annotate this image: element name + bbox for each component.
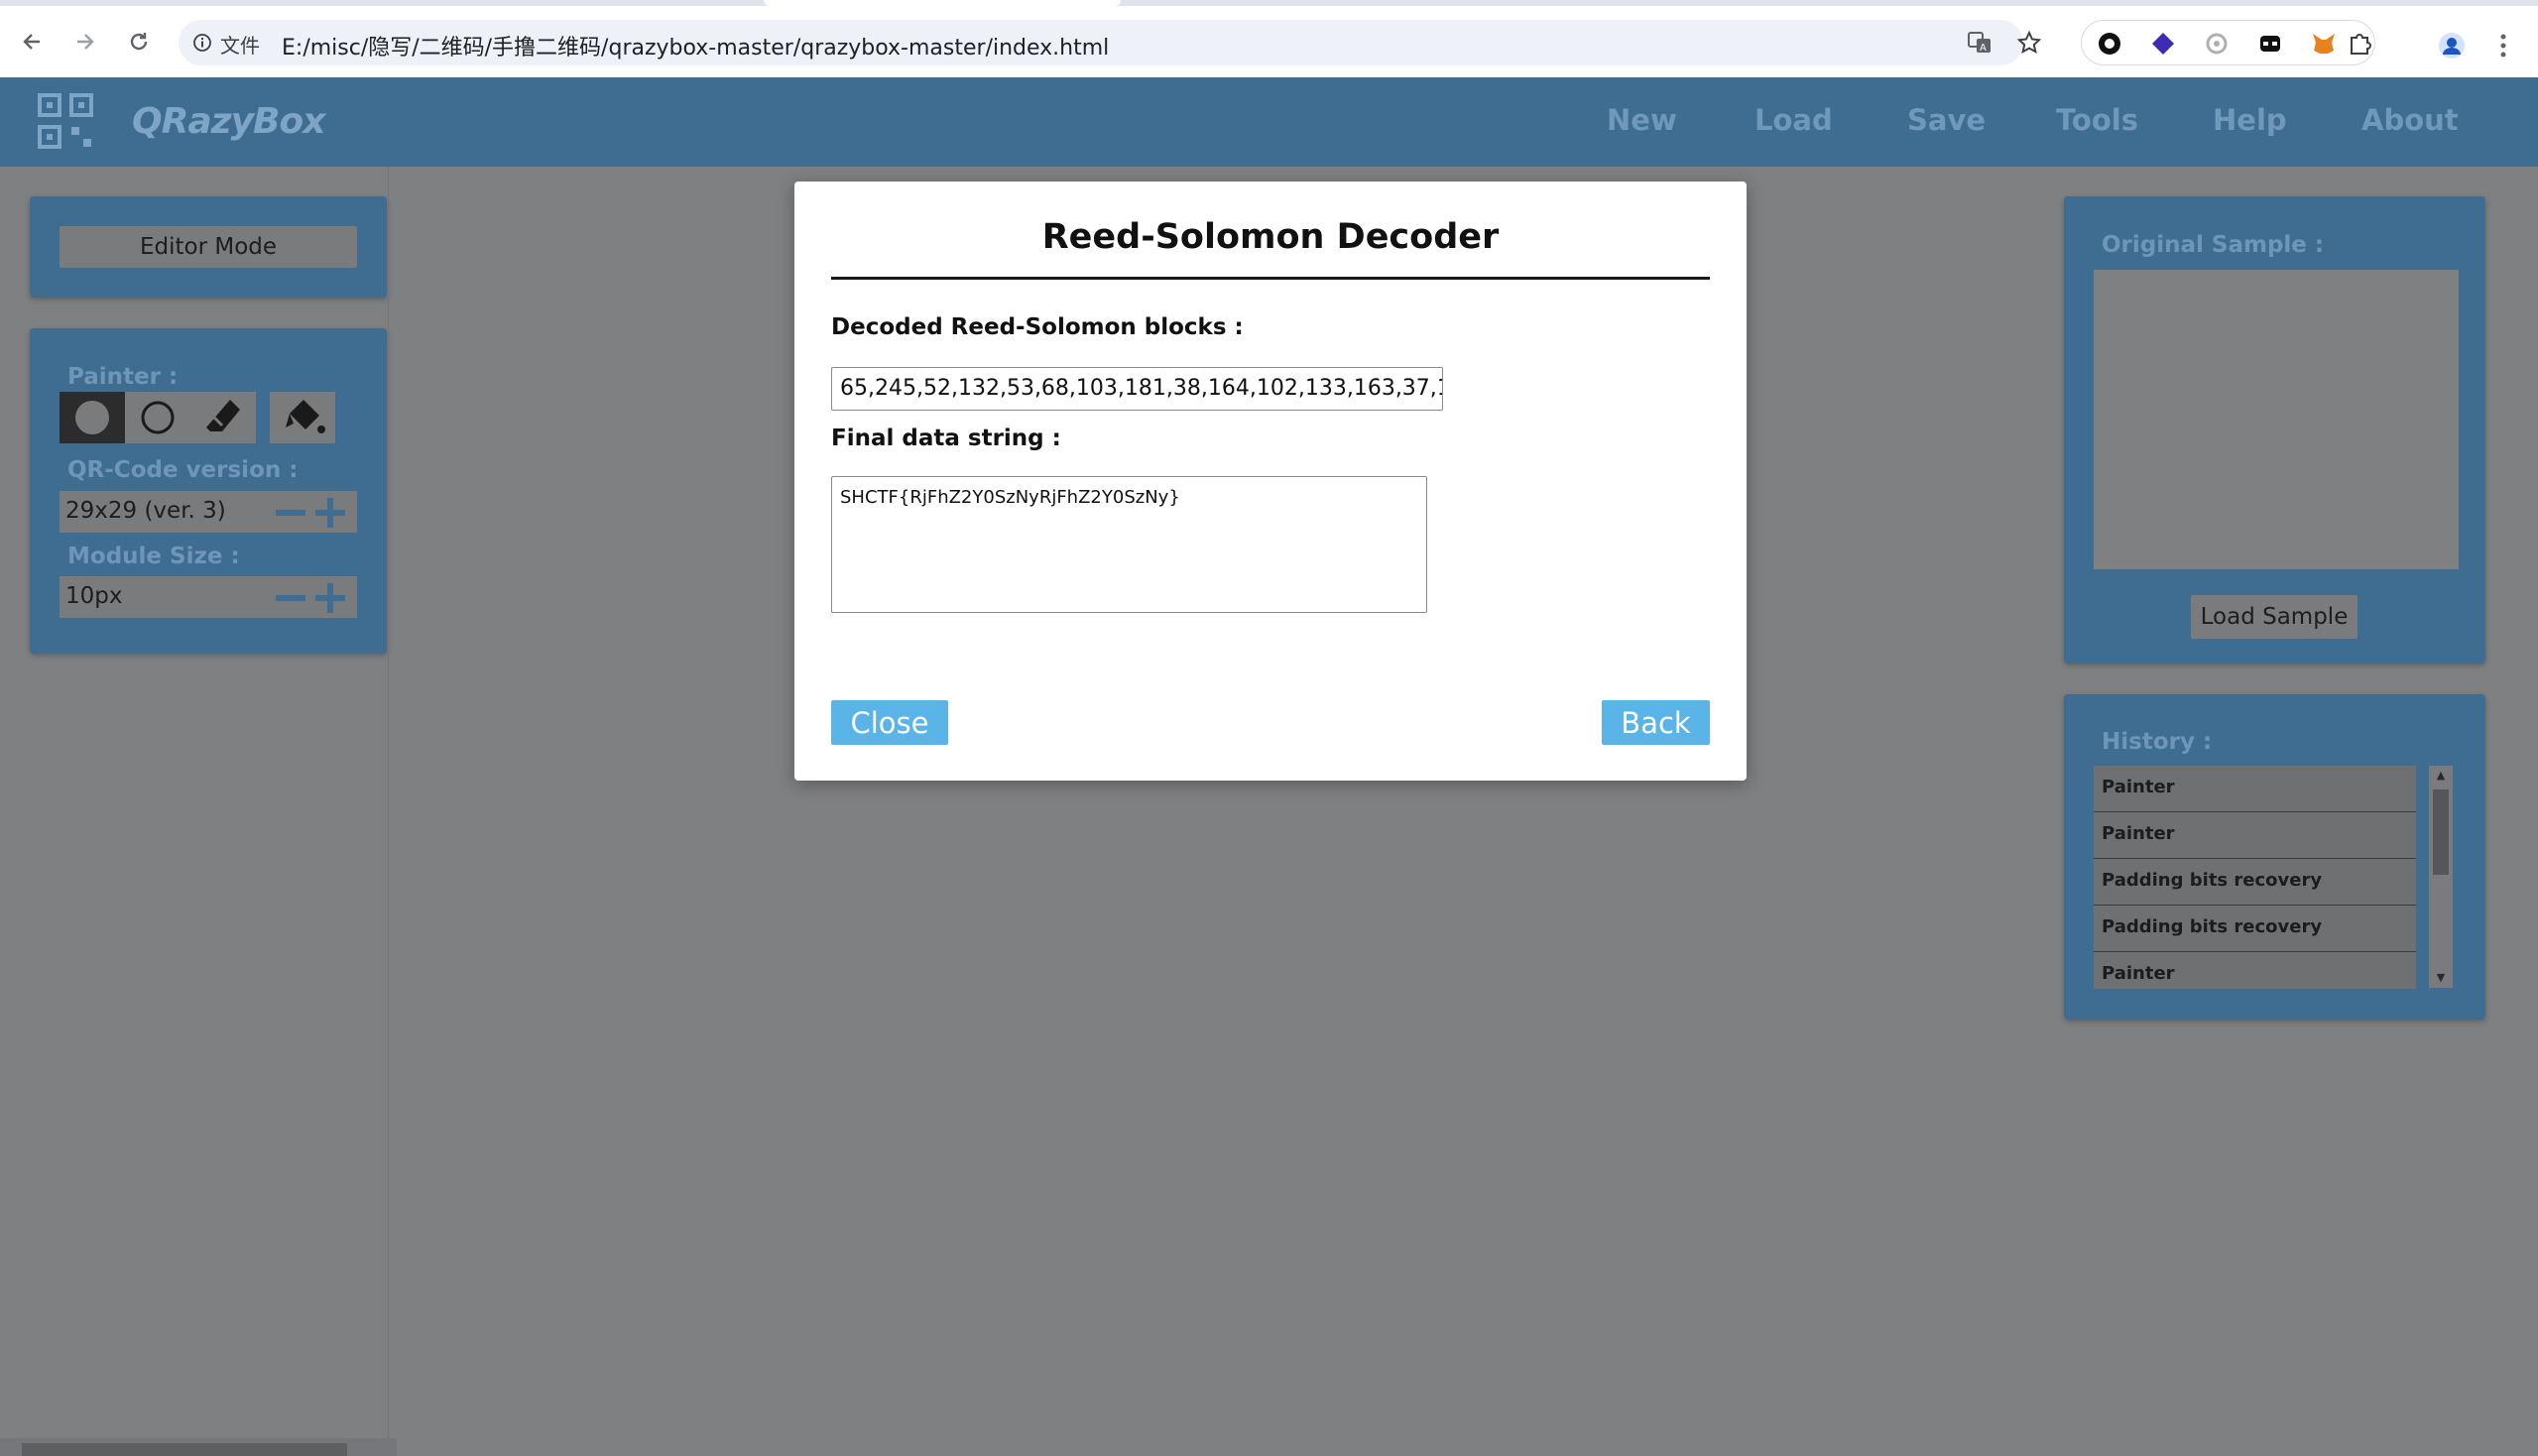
original-sample-panel: Original Sample : Load Sample xyxy=(2064,196,2485,664)
module-size-plus-icon-vertical[interactable] xyxy=(327,583,333,613)
filled-circle-icon xyxy=(75,401,109,434)
history-item[interactable]: Painter xyxy=(2094,952,2416,989)
module-size-minus-icon[interactable] xyxy=(276,595,305,601)
history-panel: History : Painter Painter Padding bits r… xyxy=(2064,694,2485,1020)
nav-about[interactable]: About xyxy=(2361,103,2459,137)
history-item[interactable]: Padding bits recovery xyxy=(2094,859,2416,906)
url-text[interactable]: E:/misc/隐写/二维码/手撸二维码/qrazybox-master/qra… xyxy=(282,30,1109,61)
back-arrow-icon[interactable] xyxy=(16,26,48,58)
page-scroll-thumb[interactable] xyxy=(22,1443,347,1456)
version-plus-icon-vertical[interactable] xyxy=(327,498,333,528)
module-size-stepper: 10px xyxy=(60,576,357,618)
scroll-down-arrow-icon[interactable]: ▼ xyxy=(2433,970,2449,986)
editor-mode-button[interactable]: Editor Mode xyxy=(60,226,357,268)
editor-mode-panel: Editor Mode xyxy=(30,196,387,298)
decoded-blocks-field[interactable]: 65,245,52,132,53,68,103,181,38,164,102,1… xyxy=(831,367,1443,411)
reed-solomon-dialog: Reed-Solomon Decoder Decoded Reed-Solomo… xyxy=(794,182,1747,781)
final-data-label: Final data string : xyxy=(831,425,1061,451)
extension-circle-icon[interactable] xyxy=(2096,30,2123,58)
scroll-up-arrow-icon[interactable]: ▲ xyxy=(2433,768,2449,784)
tool-fill-brush[interactable] xyxy=(60,392,125,443)
tool-empty-brush[interactable] xyxy=(125,392,190,443)
hollow-circle-icon xyxy=(141,401,175,434)
address-bar[interactable]: 文件 E:/misc/隐写/二维码/手撸二维码/qrazybox-master/… xyxy=(179,20,2042,65)
qr-version-label: QR-Code version : xyxy=(67,457,299,483)
history-item[interactable]: Padding bits recovery xyxy=(2094,906,2416,952)
qr-version-value: 29x29 (ver. 3) xyxy=(65,498,226,524)
history-item[interactable]: Painter xyxy=(2094,766,2416,812)
nav-new[interactable]: New xyxy=(1607,103,1677,137)
extensions-puzzle-icon[interactable] xyxy=(2346,30,2373,58)
nav-save[interactable]: Save xyxy=(1907,103,1986,137)
extensions-group xyxy=(2081,20,2375,65)
history-scroll-thumb[interactable] xyxy=(2433,789,2449,875)
history-list[interactable]: Painter Painter Padding bits recovery Pa… xyxy=(2094,766,2416,989)
nav-tools[interactable]: Tools xyxy=(2056,103,2138,137)
module-size-label: Module Size : xyxy=(67,544,240,569)
load-sample-button[interactable]: Load Sample xyxy=(2191,595,2357,639)
app-header: QRazyBox New Load Save Tools Help About xyxy=(0,77,2538,167)
forward-arrow-icon[interactable] xyxy=(69,26,101,58)
extension-mask-icon[interactable] xyxy=(2256,30,2284,58)
back-button[interactable]: Back xyxy=(1602,700,1710,745)
workspace-divider xyxy=(388,167,389,1456)
more-menu-icon[interactable] xyxy=(2493,30,2513,61)
sample-image-area xyxy=(2094,270,2459,569)
qr-version-stepper: 29x29 (ver. 3) xyxy=(60,491,357,533)
close-button[interactable]: Close xyxy=(831,700,948,745)
nav-load[interactable]: Load xyxy=(1754,103,1833,137)
translate-icon[interactable]: A xyxy=(1967,30,1993,56)
tool-paint-bucket[interactable] xyxy=(270,392,335,443)
extension-diamond-icon[interactable] xyxy=(2149,30,2177,58)
history-item[interactable]: Painter xyxy=(2094,812,2416,859)
extension-gear-icon[interactable] xyxy=(2203,30,2231,58)
nav-help[interactable]: Help xyxy=(2213,103,2287,137)
history-label: History : xyxy=(2102,729,2213,755)
paint-bucket-icon xyxy=(286,400,325,433)
profile-avatar-icon[interactable] xyxy=(2438,32,2466,60)
title-divider xyxy=(831,277,1710,280)
svg-text:A: A xyxy=(1980,43,1987,54)
final-data-textarea[interactable]: SHCTF{RjFhZ2Y0SzNyRjFhZ2Y0SzNy} xyxy=(831,476,1427,613)
browser-toolbar: 文件 E:/misc/隐写/二维码/手撸二维码/qrazybox-master/… xyxy=(0,6,2538,77)
version-minus-icon[interactable] xyxy=(276,510,305,516)
tool-eraser[interactable] xyxy=(190,392,256,443)
qr-logo-icon xyxy=(38,93,93,149)
module-size-value: 10px xyxy=(65,583,123,609)
info-icon[interactable] xyxy=(192,33,212,53)
reload-icon[interactable] xyxy=(123,26,155,58)
metamask-fox-icon[interactable] xyxy=(2310,30,2338,58)
original-sample-label: Original Sample : xyxy=(2102,232,2325,258)
file-scheme-label: 文件 xyxy=(220,34,260,58)
painter-label: Painter : xyxy=(67,364,179,390)
eraser-icon xyxy=(206,400,240,431)
app-logo-text: QRazyBox xyxy=(132,101,325,142)
bookmark-star-icon[interactable] xyxy=(2016,30,2042,56)
dialog-title: Reed-Solomon Decoder xyxy=(1041,217,1500,257)
tools-panel: Painter : QR-Code version : 29x29 (ver. … xyxy=(30,328,387,654)
blocks-label: Decoded Reed-Solomon blocks : xyxy=(831,314,1244,340)
